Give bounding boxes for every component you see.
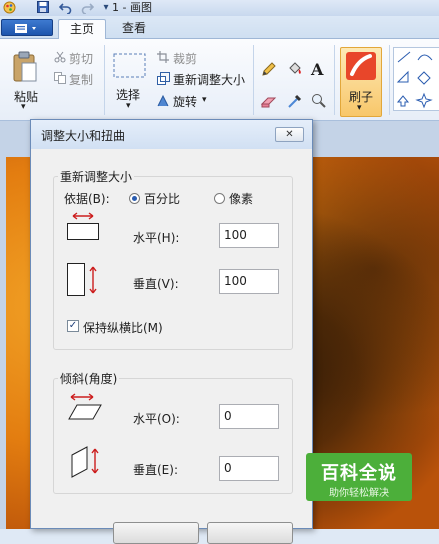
undo-icon[interactable] <box>58 1 72 15</box>
close-icon: ✕ <box>285 129 294 140</box>
pencil-icon[interactable] <box>261 61 277 80</box>
ribbon-divider <box>334 45 335 115</box>
resize-icon <box>157 72 170 88</box>
skew-horizontal-label: 水平(O): <box>133 412 180 426</box>
rotate-dropdown-icon[interactable]: ▾ <box>202 95 207 105</box>
customize-arrow-icon[interactable]: ▾ <box>99 1 113 14</box>
ribbon-divider <box>104 45 105 115</box>
horizontal-resize-input[interactable]: 100 <box>219 223 279 248</box>
vertical-label: 垂直(V): <box>133 277 179 291</box>
maintain-aspect-checkbox[interactable]: ✓ <box>67 320 79 332</box>
pixels-radio[interactable] <box>214 193 225 204</box>
skew-vertical-input[interactable]: 0 <box>219 456 279 481</box>
scissors-icon <box>54 51 66 66</box>
maintain-aspect-label[interactable]: 保持纵横比(M) <box>83 319 163 336</box>
horizontal-label: 水平(H): <box>133 231 180 245</box>
brush-icon <box>346 52 376 80</box>
paint-app-icon[interactable] <box>2 1 16 14</box>
text-tool-icon[interactable]: A <box>311 60 323 79</box>
vertical-resize-input[interactable]: 100 <box>219 269 279 294</box>
select-dropdown-icon[interactable]: ▾ <box>126 101 131 111</box>
brushes-dropdown-icon: ▾ <box>357 103 362 113</box>
paint-menu-button[interactable] <box>1 19 53 36</box>
resize-group-title: 重新调整大小 <box>58 168 135 185</box>
window-title: 1 - 画图 <box>112 1 152 14</box>
crop-icon <box>157 51 169 66</box>
watermark-subtitle: 助你轻松解决 <box>329 488 389 499</box>
skew-vertical-label: 垂直(E): <box>133 463 178 477</box>
percent-label[interactable]: 百分比 <box>144 190 180 207</box>
ribbon-home-panel: 粘贴 ▾ 剪切 复制 选择 ▾ 裁剪 重新调整大小 旋转 ▾ A 刷子 ▾ <box>0 39 439 121</box>
watermark-logo: 百科全说 助你轻松解决 <box>306 453 412 501</box>
ribbon-divider <box>253 45 254 115</box>
rotate-icon <box>157 94 170 110</box>
shapes-gallery[interactable] <box>393 47 439 111</box>
cut-button[interactable]: 剪切 <box>69 50 93 67</box>
cancel-button[interactable] <box>207 522 293 544</box>
paste-label[interactable]: 粘贴 <box>14 88 38 105</box>
copy-icon <box>54 72 66 87</box>
horizontal-resize-icon <box>67 212 101 245</box>
ok-button[interactable] <box>113 522 199 544</box>
select-icon[interactable] <box>113 53 147 82</box>
ribbon-tab-row: 主页 查看 <box>0 16 439 39</box>
resize-button[interactable]: 重新调整大小 <box>173 71 245 88</box>
title-bar: ▾ 1 - 画图 <box>0 0 439 16</box>
eraser-icon[interactable] <box>260 94 277 111</box>
resize-by-label: 依据(B): <box>64 192 110 206</box>
ribbon-divider <box>389 45 390 115</box>
percent-radio[interactable] <box>129 193 140 204</box>
redo-icon[interactable] <box>80 1 94 15</box>
vertical-resize-icon <box>67 263 101 300</box>
tab-view[interactable]: 查看 <box>110 19 158 39</box>
magnifier-icon[interactable] <box>311 93 327 112</box>
horizontal-skew-icon <box>67 393 103 426</box>
skew-horizontal-input[interactable]: 0 <box>219 404 279 429</box>
resize-skew-dialog: 调整大小和扭曲 ✕ 重新调整大小 依据(B): 百分比 像素 水平(H): 10… <box>30 119 313 544</box>
rotate-button[interactable]: 旋转 <box>173 93 197 110</box>
paste-icon[interactable] <box>12 51 38 86</box>
paste-dropdown-icon[interactable]: ▾ <box>21 102 26 112</box>
tab-home[interactable]: 主页 <box>58 19 106 39</box>
brushes-button[interactable]: 刷子 ▾ <box>340 47 382 117</box>
color-picker-icon[interactable] <box>287 93 303 112</box>
vertical-skew-icon <box>71 445 103 482</box>
dialog-title-bar[interactable]: 调整大小和扭曲 ✕ <box>31 120 312 149</box>
close-button[interactable]: ✕ <box>275 127 304 142</box>
dialog-title: 调整大小和扭曲 <box>41 129 126 143</box>
crop-button[interactable]: 裁剪 <box>173 50 197 67</box>
fill-bucket-icon[interactable] <box>287 61 303 80</box>
save-icon[interactable] <box>36 1 50 14</box>
watermark-title: 百科全说 <box>321 463 397 484</box>
pixels-label[interactable]: 像素 <box>229 190 253 207</box>
copy-button[interactable]: 复制 <box>69 71 93 88</box>
skew-group-title: 倾斜(角度) <box>58 370 120 387</box>
